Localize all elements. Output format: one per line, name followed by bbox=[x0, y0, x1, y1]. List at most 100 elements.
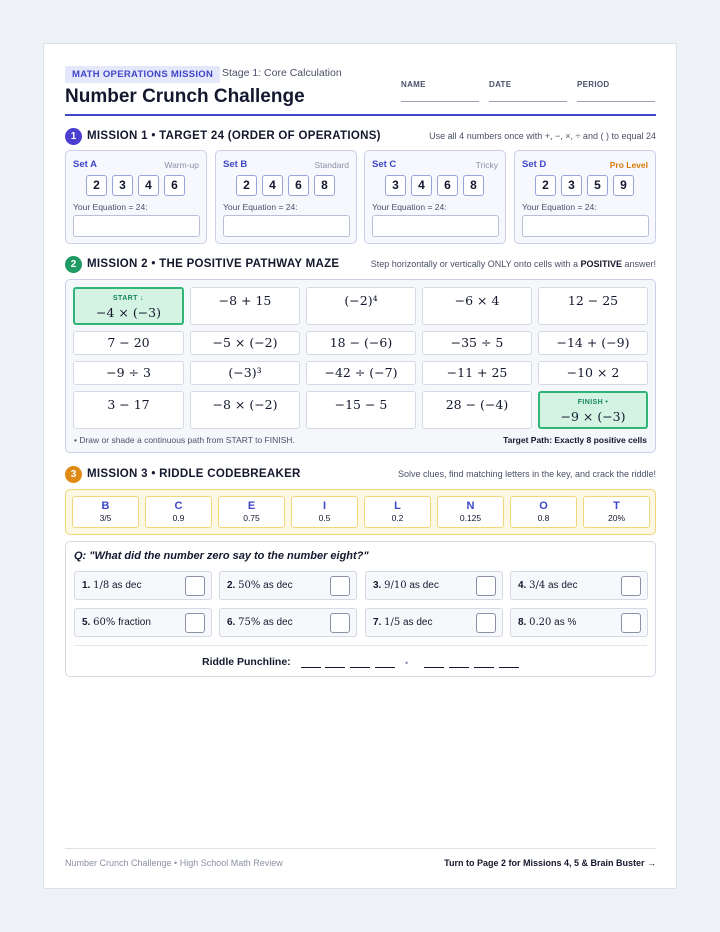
equation-input[interactable] bbox=[522, 215, 649, 237]
clue-item: 2. 50% as dec bbox=[219, 571, 357, 600]
cell-expression: −8 × (−2) bbox=[212, 397, 278, 412]
letter-blank[interactable] bbox=[301, 667, 321, 668]
maze-cell[interactable]: −5 × (−2) bbox=[190, 331, 300, 355]
answer-box[interactable] bbox=[330, 613, 350, 633]
key-cell: N 0.125 bbox=[437, 496, 504, 528]
clue-item: 5. 60% fraction bbox=[74, 608, 212, 637]
answer-box[interactable] bbox=[185, 576, 205, 596]
clue-item: 4. 3/4 as dec bbox=[510, 571, 648, 600]
answer-box[interactable] bbox=[330, 576, 350, 596]
maze-cell[interactable]: −42 ÷ (−7) bbox=[306, 361, 416, 385]
maze-cell[interactable]: (−3)³ bbox=[190, 361, 300, 385]
letter-blank[interactable] bbox=[350, 667, 370, 668]
clue-number: 2. bbox=[227, 580, 236, 591]
maze-cell[interactable]: −8 + 15 bbox=[190, 287, 300, 325]
clue-number: 6. bbox=[227, 617, 236, 628]
worksheet-content: MATH OPERATIONS MISSION Stage 1: Core Ca… bbox=[65, 66, 656, 868]
equation-input[interactable] bbox=[372, 215, 499, 237]
date-field[interactable]: DATE bbox=[489, 74, 567, 102]
clue-number: 5. bbox=[82, 617, 91, 628]
equation-input[interactable] bbox=[73, 215, 200, 237]
clue-text: 2. 50% as dec bbox=[227, 580, 293, 591]
set-card: Set C Tricky 3468 Your Equation = 24: bbox=[364, 150, 506, 244]
maze-cell[interactable]: 28 − (−4) bbox=[422, 391, 532, 429]
maze-cell[interactable]: −15 − 5 bbox=[306, 391, 416, 429]
maze-cell[interactable]: 12 − 25 bbox=[538, 287, 648, 325]
letter-blank[interactable] bbox=[499, 667, 519, 668]
letter-key: B 3/5 C 0.9 E 0.75 I 0.5 L 0.2 N 0.125 O 0.8 T2… bbox=[65, 489, 656, 535]
clue-text: 4. 3/4 as dec bbox=[518, 580, 577, 591]
clue-item: 1. 1/8 as dec bbox=[74, 571, 212, 600]
clue-expression: 50% bbox=[238, 580, 261, 591]
digit-tile: 8 bbox=[463, 175, 484, 196]
mission3-title: MISSION 3 • RIDDLE CODEBREAKER bbox=[87, 468, 301, 480]
mission1-title: MISSION 1 • TARGET 24 (ORDER OF OPERATIO… bbox=[87, 130, 381, 142]
target24-sets: Set A Warm-up 2346 Your Equation = 24: S… bbox=[65, 150, 656, 244]
key-value: 0.125 bbox=[459, 513, 482, 523]
equation-input[interactable] bbox=[223, 215, 350, 237]
clue-expression: 9/10 bbox=[384, 580, 407, 591]
key-value: 0.2 bbox=[391, 513, 404, 523]
maze-cell[interactable]: −11 + 25 bbox=[422, 361, 532, 385]
clue-text: 3. 9/10 as dec bbox=[373, 580, 439, 591]
maze-start-cell[interactable]: START ↓ −4 × (−3) bbox=[73, 287, 184, 325]
letter-blank[interactable] bbox=[424, 667, 444, 668]
digit-row: 3468 bbox=[385, 175, 489, 197]
letter-blank[interactable] bbox=[375, 667, 395, 668]
cell-expression: 7 − 20 bbox=[107, 335, 150, 350]
key-value: 0.5 bbox=[318, 513, 331, 523]
set-name: Set C bbox=[372, 159, 397, 170]
stage-label: Stage 1: Core Calculation bbox=[222, 67, 342, 79]
digit-tile: 9 bbox=[613, 175, 634, 196]
clue-text: 7. 1/5 as dec bbox=[373, 617, 432, 628]
key-cell: B 3/5 bbox=[72, 496, 139, 528]
letter-blank[interactable] bbox=[325, 667, 345, 668]
footer-next-page: Turn to Page 2 for Missions 4, 5 & Brain… bbox=[444, 858, 656, 868]
mission2-number: 2 bbox=[65, 256, 82, 273]
equation-label: Your Equation = 24: bbox=[223, 202, 298, 212]
answer-box[interactable] bbox=[621, 576, 641, 596]
clue-expression: 3/4 bbox=[529, 580, 546, 591]
clue-instruction: as % bbox=[551, 617, 577, 628]
cell-expression: −35 ÷ 5 bbox=[450, 335, 504, 350]
answer-box[interactable] bbox=[476, 576, 496, 596]
answer-box[interactable] bbox=[185, 613, 205, 633]
digit-tile: 6 bbox=[437, 175, 458, 196]
clue-instruction: as dec bbox=[109, 580, 142, 591]
letter-blank[interactable] bbox=[449, 667, 469, 668]
clue-instruction: as dec bbox=[260, 617, 293, 628]
maze-cell[interactable]: 18 − (−6) bbox=[306, 331, 416, 355]
letter-blank[interactable] bbox=[474, 667, 494, 668]
mission2-header: 2 MISSION 2 • THE POSITIVE PATHWAY MAZE … bbox=[65, 256, 656, 274]
set-name: Set B bbox=[223, 159, 248, 170]
key-cell: E 0.75 bbox=[218, 496, 285, 528]
maze-cell[interactable]: 7 − 20 bbox=[73, 331, 184, 355]
instruction-text: answer! bbox=[621, 259, 656, 269]
clue-text: 1. 1/8 as dec bbox=[82, 580, 141, 591]
answer-box[interactable] bbox=[621, 613, 641, 633]
period-field[interactable]: PERIOD bbox=[577, 74, 655, 102]
key-letter: E bbox=[247, 500, 256, 512]
clue-number: 1. bbox=[82, 580, 91, 591]
maze-cell[interactable]: −6 × 4 bbox=[422, 287, 532, 325]
maze-cell[interactable]: −8 × (−2) bbox=[190, 391, 300, 429]
cell-expression: 28 − (−4) bbox=[445, 397, 509, 412]
digit-tile: 3 bbox=[112, 175, 133, 196]
riddle-panel: Q: "What did the number zero say to the … bbox=[65, 541, 656, 677]
maze-cell[interactable]: −9 ÷ 3 bbox=[73, 361, 184, 385]
maze-cell[interactable]: (−2)⁴ bbox=[306, 287, 416, 325]
set-level: Tricky bbox=[475, 160, 498, 170]
key-value: 3/5 bbox=[99, 513, 112, 523]
cell-expression: −9 × (−3) bbox=[560, 409, 626, 424]
equation-label: Your Equation = 24: bbox=[73, 202, 148, 212]
maze-cell[interactable]: −35 ÷ 5 bbox=[422, 331, 532, 355]
name-field[interactable]: NAME bbox=[401, 74, 479, 102]
maze-finish-cell[interactable]: FINISH • −9 × (−3) bbox=[538, 391, 648, 429]
mission3-number: 3 bbox=[65, 466, 82, 483]
maze-cell[interactable]: −14 + (−9) bbox=[538, 331, 648, 355]
maze-cell[interactable]: −10 × 2 bbox=[538, 361, 648, 385]
pathway-maze: START ↓ −4 × (−3) −8 + 15 (−2)⁴ −6 × 4 1… bbox=[65, 279, 656, 453]
maze-cell[interactable]: 3 − 17 bbox=[73, 391, 184, 429]
clue-instruction: as dec bbox=[406, 580, 439, 591]
answer-box[interactable] bbox=[476, 613, 496, 633]
